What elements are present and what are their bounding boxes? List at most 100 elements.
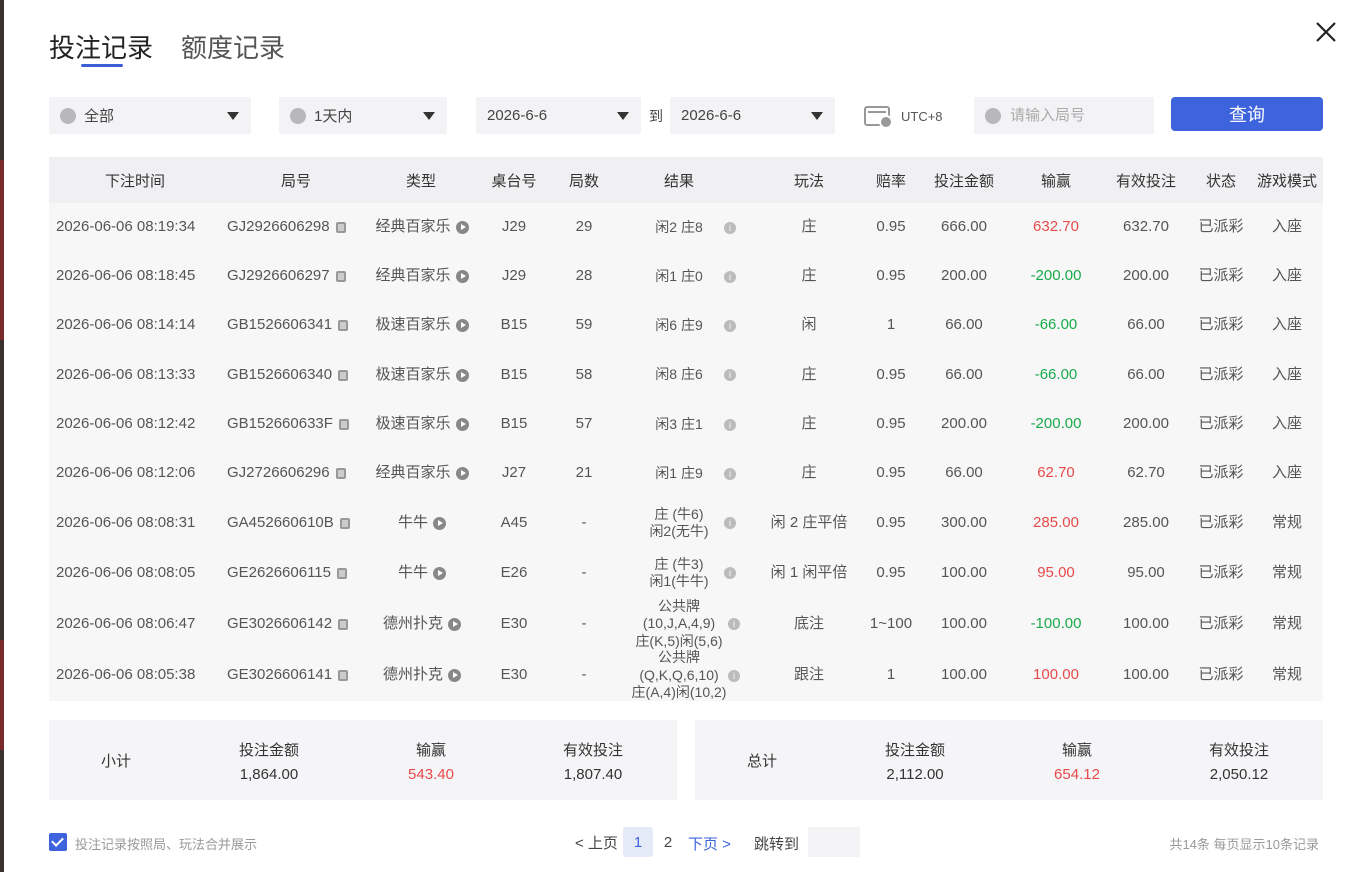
cell-type-text: 德州扑克 (382, 614, 443, 632)
next-page-button[interactable]: 下页 > (688, 833, 731, 854)
cell-win-loss-text: -66.00 (1034, 316, 1078, 334)
cell-status-text: 已派彩 (1198, 267, 1244, 285)
copy-icon[interactable] (338, 320, 349, 331)
cell-play: 庄 (754, 449, 864, 498)
cell-odds-text: 1 (886, 666, 896, 684)
play-replay-icon[interactable] (455, 319, 469, 332)
cell-bet-time-text: 2026-06-06 08:14:14 (56, 316, 196, 334)
cell-bet-time: 2026-06-06 08:08:31 (49, 498, 221, 548)
col-round-no: 局号 (280, 172, 311, 190)
play-replay-icon[interactable] (455, 221, 469, 234)
cell-bet-time: 2026-06-06 08:06:47 (49, 598, 221, 650)
round-search-field[interactable] (974, 97, 1154, 134)
cell-game-mode: 常规 (1251, 548, 1323, 598)
cell-bet-amount-text: 100.00 (941, 666, 987, 684)
play-replay-icon[interactable] (448, 617, 461, 631)
cell-bet-time: 2026-06-06 08:12:06 (49, 449, 221, 498)
cell-type-text: 德州扑克 (382, 666, 443, 684)
info-icon[interactable]: i (724, 270, 736, 283)
info-icon[interactable]: i (724, 418, 736, 431)
cell-odds-text: 0.95 (876, 464, 906, 482)
copy-icon[interactable] (338, 670, 349, 681)
cell-round-count-text: 29 (575, 218, 593, 236)
cell-result: 公共牌 (10,J,A,4,9) 庄(K,5)闲(5,6) (624, 598, 734, 650)
cell-bet-time-text: 2026-06-06 08:08:31 (56, 513, 196, 531)
cell-status-text: 已派彩 (1198, 415, 1244, 433)
play-replay-icon[interactable] (433, 566, 446, 580)
copy-icon[interactable] (338, 419, 349, 430)
pagination-info: 共14条 每页显示10条记录 (1169, 837, 1319, 852)
copy-icon[interactable] (335, 271, 346, 282)
play-replay-icon[interactable] (455, 467, 469, 480)
cell-game-mode: 入座 (1251, 301, 1323, 350)
play-replay-icon[interactable] (448, 669, 461, 682)
total-valid: 有效投注 2,050.12 (1179, 739, 1299, 783)
info-icon[interactable]: i (728, 618, 740, 630)
table-row: 2026-06-06 08:06:47 GE3026606142 德州扑克 E30 - 公… (49, 598, 1323, 650)
merge-display-checkbox[interactable] (49, 833, 67, 851)
copy-icon[interactable] (336, 567, 347, 579)
tab-quota-records[interactable]: 额度记录 (181, 28, 285, 65)
total-valid-label: 有效投注 (1208, 742, 1269, 759)
cell-win-loss: -66.00 (1011, 301, 1101, 350)
copy-icon[interactable] (335, 468, 346, 479)
jump-page-input[interactable] (808, 827, 860, 857)
info-icon[interactable]: i (724, 517, 736, 529)
cell-play-text: 庄 (801, 365, 817, 383)
cell-odds: 1 (861, 301, 921, 350)
prev-page-button[interactable]: < 上页 (575, 827, 618, 857)
play-replay-icon[interactable] (455, 368, 469, 382)
calendar-timezone-icon[interactable] (864, 106, 893, 129)
game-type-select[interactable]: 全部 (49, 97, 251, 134)
date-from-value: 2026-6-6 (487, 107, 548, 124)
page-button-1[interactable]: 1 (623, 827, 653, 857)
cell-round-no-text: GJ2726606296 (227, 464, 330, 482)
query-button[interactable]: 查询 (1171, 97, 1323, 131)
col-result: 结果 (663, 172, 694, 190)
cell-play-text: 跟注 (793, 666, 824, 684)
page-button-2[interactable]: 2 (653, 827, 683, 857)
close-icon[interactable] (1312, 18, 1340, 46)
date-to-select[interactable]: 2026-6-6 (670, 97, 835, 134)
info-icon[interactable]: i (724, 467, 736, 480)
info-icon[interactable]: i (728, 669, 740, 682)
info-icon[interactable]: i (724, 221, 736, 234)
cell-round-count: 21 (551, 449, 617, 498)
cell-bet-amount-text: 666.00 (941, 218, 987, 236)
info-icon[interactable]: i (724, 369, 736, 381)
info-icon[interactable]: i (724, 319, 736, 332)
table-row: 2026-06-06 08:18:45 GJ2926606297 经典百家乐 J29 2… (49, 252, 1323, 301)
play-replay-icon[interactable] (455, 418, 469, 431)
col-play: 玩法 (793, 172, 824, 190)
cell-bet-amount: 100.00 (921, 650, 1007, 701)
cell-bet-time-text: 2026-06-06 08:05:38 (56, 666, 196, 684)
cell-type: 德州扑克 (367, 650, 477, 701)
cell-game-mode-text: 常规 (1271, 513, 1302, 531)
cell-win-loss: 285.00 (1011, 498, 1101, 548)
info-icon[interactable]: i (724, 567, 736, 579)
copy-icon[interactable] (335, 222, 346, 233)
cell-type-text: 经典百家乐 (375, 218, 451, 236)
copy-icon[interactable] (338, 369, 349, 381)
cell-round-count: 29 (551, 203, 617, 252)
cell-odds-text: 0.95 (876, 365, 906, 383)
cell-game-mode: 入座 (1251, 350, 1323, 400)
cell-bet-amount: 200.00 (921, 252, 1007, 301)
cell-bet-time-text: 2026-06-06 08:12:06 (56, 464, 196, 482)
copy-icon[interactable] (339, 517, 350, 529)
tab-bet-records[interactable]: 投注记录 (49, 28, 153, 65)
merge-display-label: 投注记录按照局、玩法合并展示 (75, 837, 258, 852)
cell-bet-time: 2026-06-06 08:14:14 (49, 301, 221, 350)
round-number-input[interactable] (1010, 107, 1140, 124)
cell-type-text: 极速百家乐 (375, 316, 451, 334)
search-round-icon (985, 107, 1001, 124)
col-valid-bet: 有效投注 (1115, 172, 1176, 190)
play-replay-icon[interactable] (433, 516, 446, 530)
date-from-select[interactable]: 2026-6-6 (476, 97, 641, 134)
cell-bet-time-text: 2026-06-06 08:08:05 (56, 563, 196, 581)
cell-game-mode: 常规 (1251, 598, 1323, 650)
cell-odds-text: 1~100 (869, 614, 913, 632)
play-replay-icon[interactable] (455, 270, 469, 283)
time-range-select[interactable]: 1天内 (279, 97, 447, 134)
copy-icon[interactable] (338, 618, 349, 630)
